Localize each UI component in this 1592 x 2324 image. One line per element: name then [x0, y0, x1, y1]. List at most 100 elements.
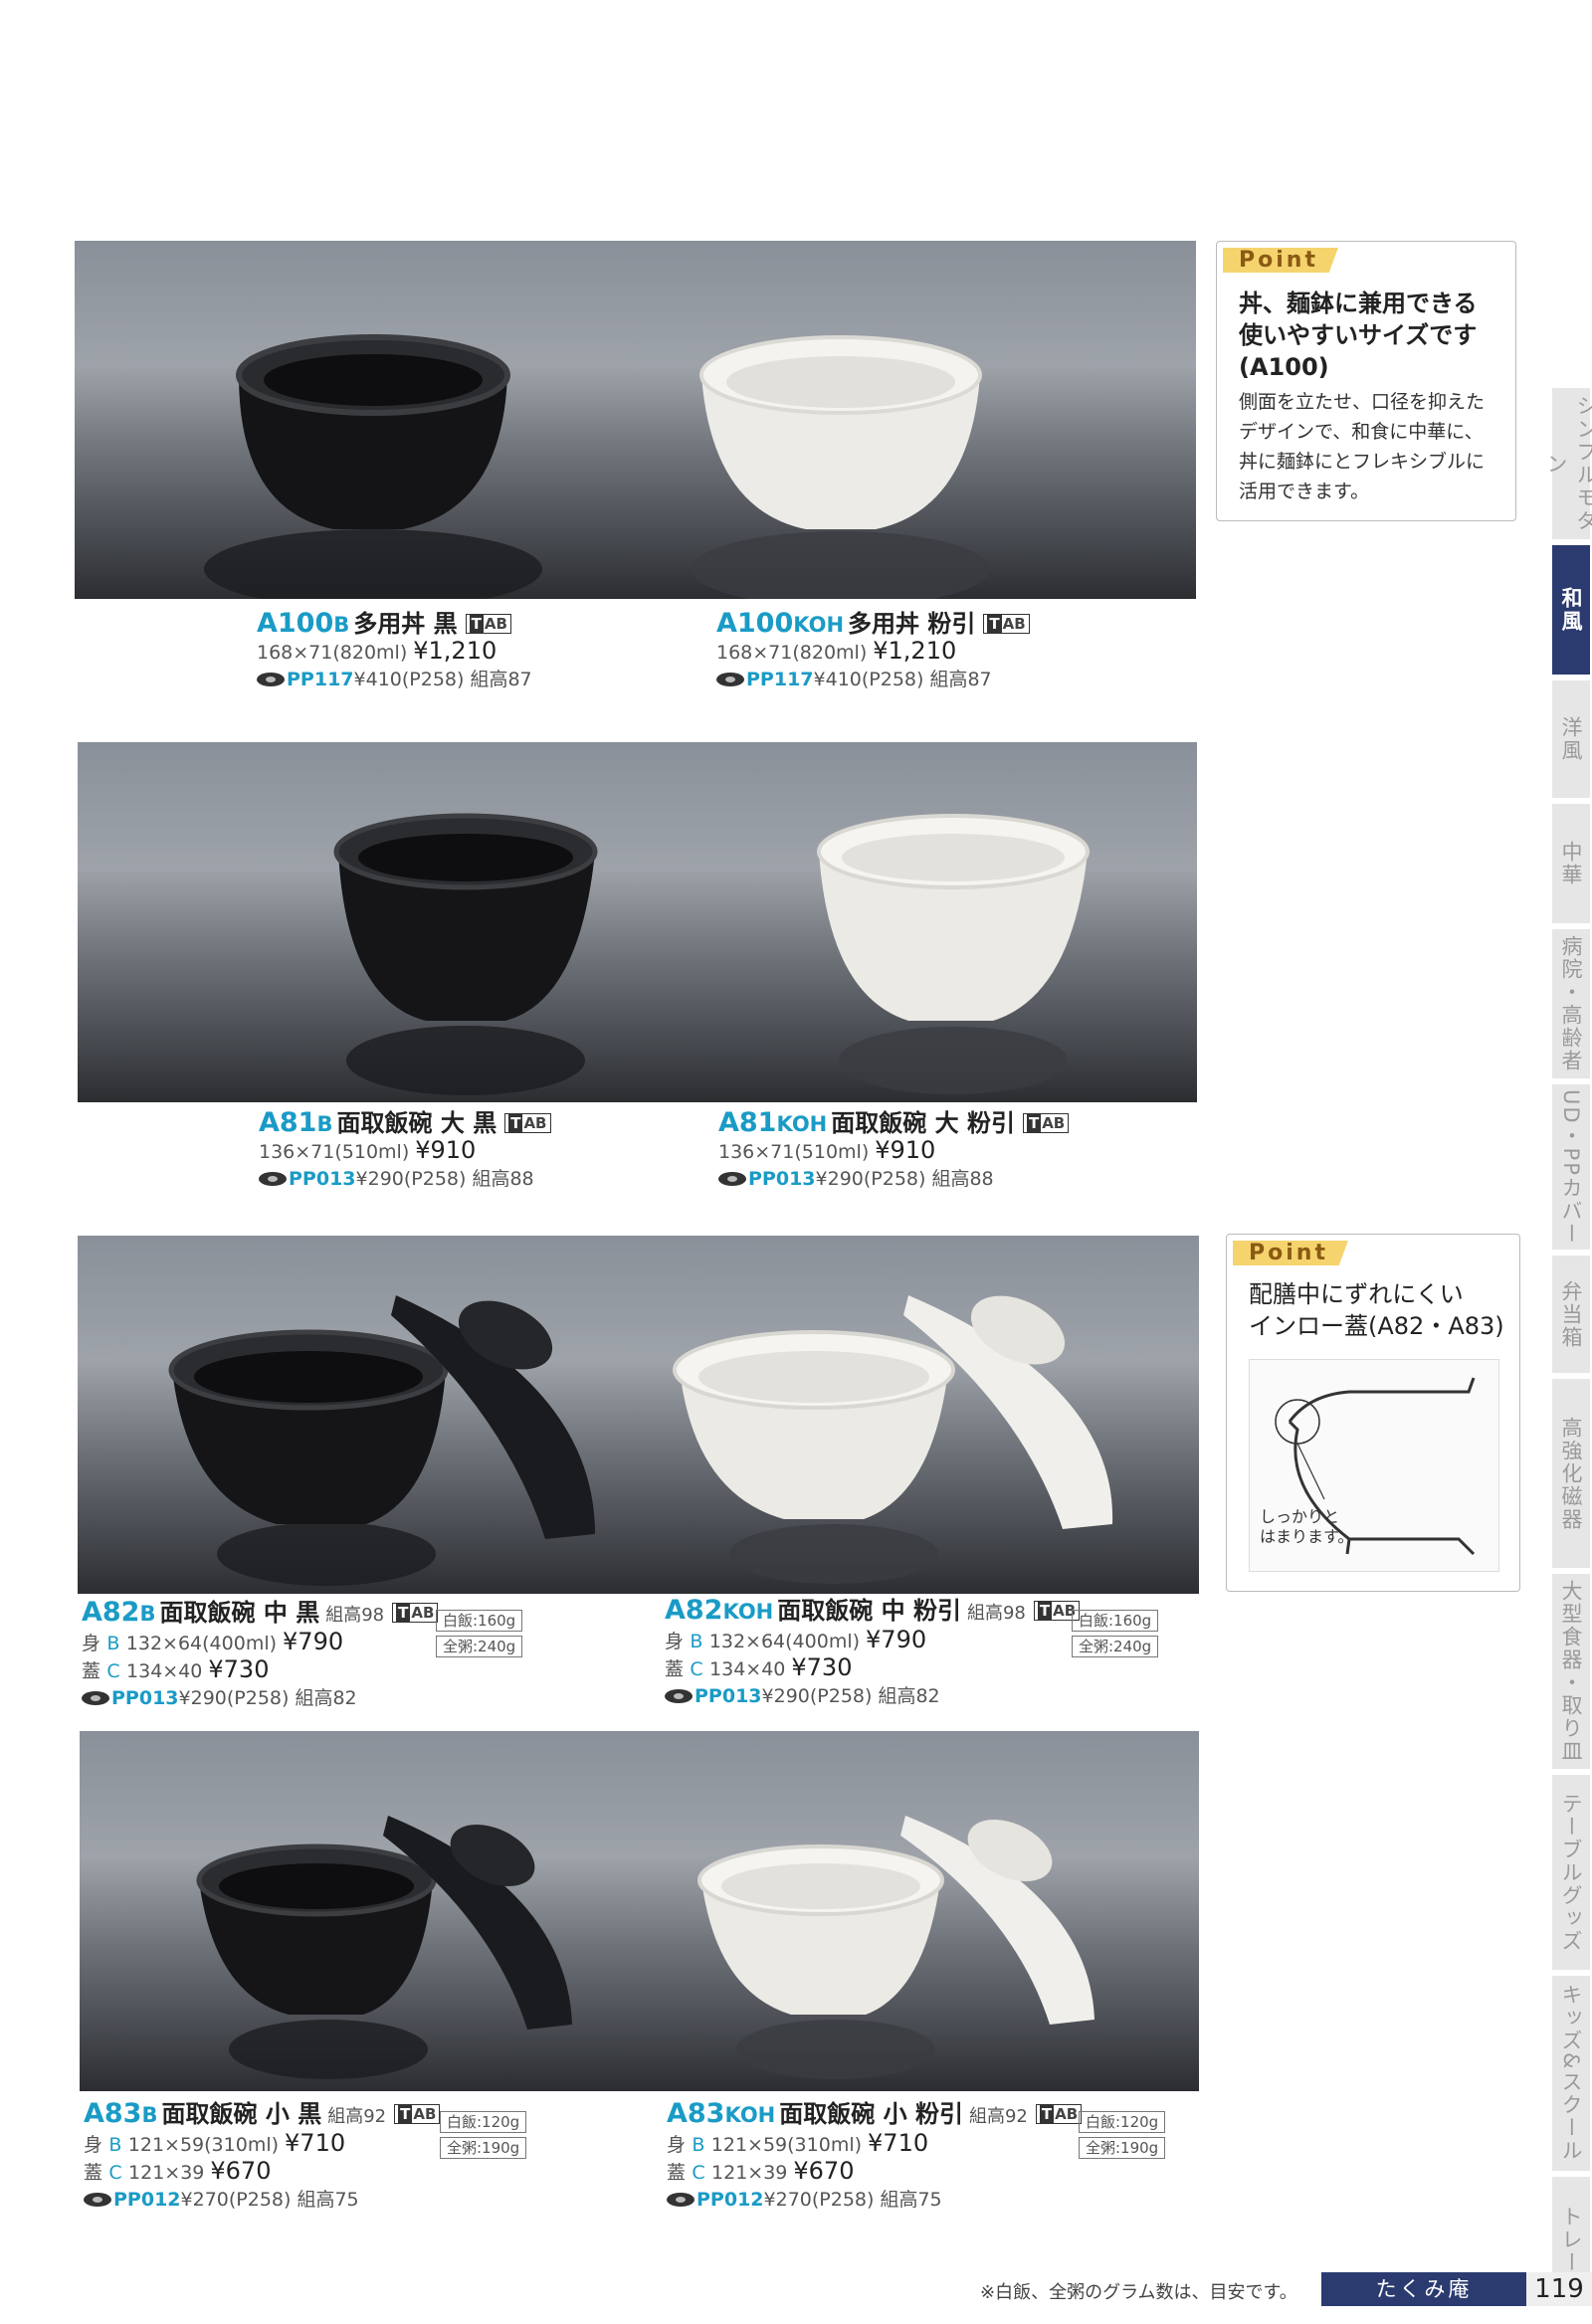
- lid-price: ¥670: [793, 2157, 855, 2185]
- pp-info: ¥270(P258) 組高75: [763, 2189, 942, 2211]
- rice-weight-labels: 白飯:120g 全粥:190g: [1079, 2111, 1166, 2159]
- nav-item-ud-pp[interactable]: UD・PPカバー: [1552, 1084, 1590, 1250]
- lid-label: 蓋: [665, 1658, 685, 1680]
- inro-lid-diagram: しっかりと はまります。: [1249, 1359, 1499, 1572]
- product-caption-a83koh: A83KOH 面取飯碗 小 粉引 組高92 T AB 身 B 121×59(310ml)…: [667, 2098, 1083, 2213]
- product-name: 面取飯碗 小 粉引: [779, 2100, 963, 2128]
- rice-weight-labels: 白飯:160g 全粥:240g: [436, 1610, 523, 1657]
- product-name: 面取飯碗 中 粉引: [777, 1597, 961, 1625]
- body-label: 身: [82, 1633, 101, 1654]
- pp-cover-icon: [82, 1691, 109, 1705]
- pp-info: ¥290(P258) 組高82: [178, 1687, 357, 1709]
- point-heading: 丼、麺鉢に兼用できる 使いやすいサイズです (A100): [1239, 290, 1478, 381]
- lid-dims: 134×40: [126, 1660, 203, 1682]
- nav-item-bento[interactable]: 弁当箱: [1552, 1256, 1590, 1373]
- stack-height: 組高92: [968, 2106, 1028, 2127]
- nav-item-japanese[interactable]: 和風: [1552, 545, 1590, 675]
- point-tag: Point: [1223, 248, 1338, 273]
- nav-item-kids[interactable]: キッズ&スクール: [1552, 1976, 1590, 2171]
- product-code: A81KOH: [718, 1107, 828, 1138]
- pp-cover-icon: [667, 2193, 695, 2207]
- product-name: 面取飯碗 中 黒: [159, 1599, 320, 1627]
- product-photo-a83: [80, 1731, 1199, 2091]
- lid-label: 蓋: [667, 2162, 687, 2184]
- footer-note: ※白飯、全粥のグラム数は、目安です。: [980, 2282, 1297, 2303]
- body-label: 身: [84, 2134, 103, 2156]
- product-dims: 121×59(310ml): [127, 2134, 280, 2156]
- pp-code: PP117: [746, 669, 814, 690]
- product-dims: 168×71(820ml): [257, 642, 408, 664]
- tab-badge: T AB: [392, 1603, 439, 1623]
- page-number: 119: [1526, 2272, 1592, 2306]
- product-price: ¥1,210: [873, 637, 957, 665]
- weight-porridge: 全粥:240g: [1072, 1636, 1159, 1657]
- product-caption-a81b: A81B 面取飯碗 大 黒 T AB 136×71(510ml) ¥910 PP013¥…: [259, 1107, 551, 1192]
- product-code: A81B: [259, 1107, 333, 1138]
- weight-rice: 白飯:120g: [1079, 2111, 1166, 2133]
- pp-cover-icon: [718, 1172, 746, 1186]
- product-dims: 121×59(310ml): [710, 2134, 863, 2156]
- product-caption-a100koh: A100KOH 多用丼 粉引 T AB 168×71(820ml) ¥1,210 PP1…: [716, 610, 1030, 692]
- tab-badge: T AB: [983, 614, 1030, 634]
- weight-rice: 白飯:120g: [440, 2111, 527, 2133]
- product-name: 面取飯碗 大 黒: [336, 1109, 498, 1137]
- tab-badge: T AB: [1035, 2104, 1083, 2124]
- nav-item-simple-modern[interactable]: シンプルモダン: [1544, 388, 1592, 539]
- pp-info: ¥290(P258) 組高88: [815, 1168, 994, 1190]
- nav-item-hospital[interactable]: 病院・高齢者: [1552, 929, 1590, 1078]
- stack-height: 組高98: [325, 1605, 385, 1626]
- lid-price: ¥730: [208, 1655, 270, 1683]
- product-dims: 136×71(510ml): [259, 1141, 410, 1163]
- pp-code: PP012: [113, 2189, 181, 2211]
- product-price: ¥710: [868, 2129, 929, 2157]
- product-price: ¥910: [415, 1136, 477, 1164]
- nav-item-chinese[interactable]: 中華: [1552, 804, 1590, 923]
- pp-code: PP013: [695, 1685, 762, 1707]
- bowl-with-lid-illustration: [196, 1816, 1094, 2079]
- lid-label: 蓋: [82, 1660, 101, 1682]
- lid-dims: 134×40: [709, 1658, 786, 1680]
- product-name: 面取飯碗 小 黒: [161, 2100, 322, 2128]
- product-name: 多用丼 黒: [353, 610, 458, 638]
- product-code: A82KOH: [665, 1595, 774, 1626]
- nav-item-table-goods[interactable]: テーブルグッズ: [1552, 1775, 1590, 1970]
- lid-label: 蓋: [84, 2162, 103, 2184]
- product-name: 多用丼 粉引: [848, 610, 976, 638]
- product-caption-a100b: A100B 多用丼 黒 T AB 168×71(820ml) ¥1,210 PP117¥…: [257, 610, 532, 692]
- pp-cover-icon: [257, 673, 285, 686]
- body-label: 身: [665, 1631, 685, 1652]
- nav-item-large-plates[interactable]: 大型食器・取り皿: [1552, 1574, 1590, 1769]
- pp-info: ¥270(P258) 組高75: [180, 2189, 359, 2211]
- point-box-a82-a83: Point 配膳中にずれにくい インロー蓋(A82・A83) しっかりと はまり…: [1226, 1234, 1520, 1592]
- bowl-with-lid-illustration: [168, 1295, 1113, 1586]
- weight-porridge: 全粥:190g: [1079, 2137, 1166, 2159]
- pp-info: ¥410(P258) 組高87: [353, 669, 532, 690]
- product-caption-a82koh: A82KOH 面取飯碗 中 粉引 組高98 T AB 身 B 132×64(400ml)…: [665, 1595, 1081, 1709]
- footer-brand: たくみ庵: [1321, 2272, 1526, 2306]
- stack-height: 組高92: [327, 2106, 387, 2127]
- tab-badge: T AB: [394, 2104, 441, 2124]
- nav-item-western[interactable]: 洋風: [1552, 680, 1590, 798]
- product-price: ¥1,210: [413, 637, 498, 665]
- rice-weight-labels: 白飯:120g 全粥:190g: [440, 2111, 527, 2159]
- product-price: ¥910: [875, 1136, 936, 1164]
- rice-weight-labels: 白飯:160g 全粥:240g: [1072, 1610, 1159, 1657]
- point-heading: 配膳中にずれにくい インロー蓋(A82・A83): [1249, 1280, 1504, 1340]
- body-label: 身: [667, 2134, 687, 2156]
- product-code: A83B: [84, 2098, 158, 2129]
- nav-item-porcelain[interactable]: 高強化磁器: [1552, 1379, 1590, 1568]
- weight-rice: 白飯:160g: [436, 1610, 523, 1632]
- bowl-illustration: [204, 334, 990, 599]
- product-price: ¥790: [283, 1628, 344, 1655]
- product-photo-a81: [78, 742, 1197, 1102]
- product-caption-a81koh: A81KOH 面取飯碗 大 粉引 T AB 136×71(510ml) ¥910 PP0…: [718, 1107, 1070, 1192]
- product-caption-a83b: A83B 面取飯碗 小 黒組高92 T AB 身 B 121×59(310ml) ¥71…: [84, 2098, 441, 2213]
- pp-info: ¥410(P258) 組高87: [813, 669, 992, 690]
- weight-porridge: 全粥:190g: [440, 2137, 527, 2159]
- lid-price: ¥730: [791, 1653, 853, 1681]
- product-code: A82B: [82, 1597, 156, 1628]
- pp-cover-icon: [665, 1689, 693, 1703]
- pp-cover-icon: [84, 2193, 111, 2207]
- weight-rice: 白飯:160g: [1072, 1610, 1159, 1632]
- product-code: A83KOH: [667, 2098, 776, 2129]
